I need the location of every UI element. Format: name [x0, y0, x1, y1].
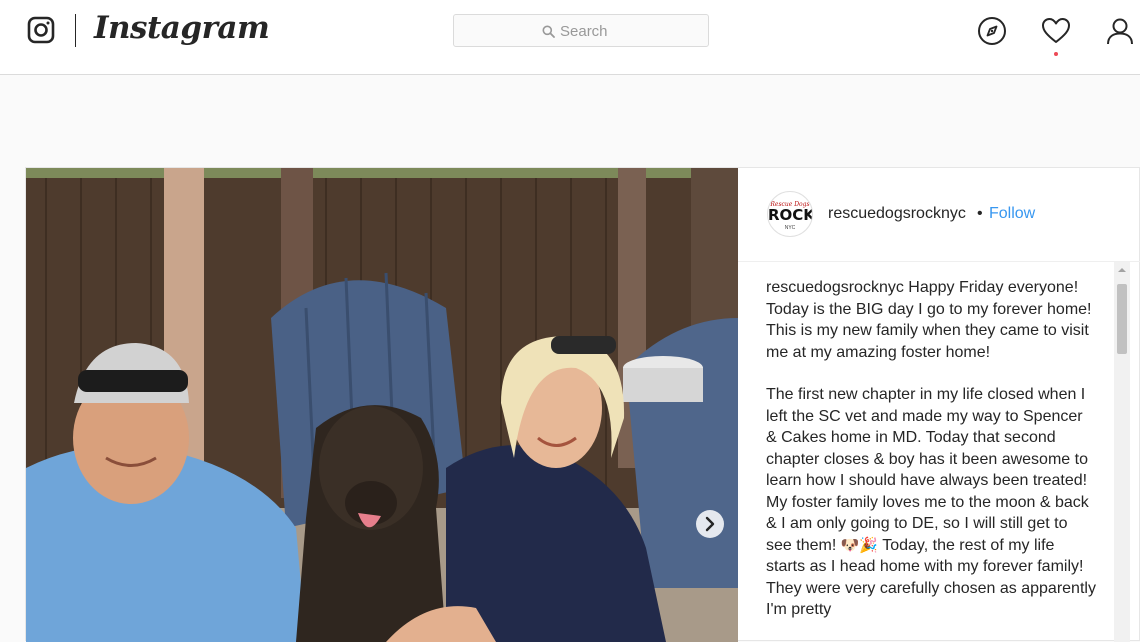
top-navigation-bar: Instagram — [0, 0, 1140, 75]
follow-button[interactable]: Follow — [989, 205, 1035, 223]
post-username-link[interactable]: rescuedogsrocknyc — [828, 205, 966, 223]
caption-username-link[interactable]: rescuedogsrocknyc — [766, 279, 904, 296]
instagram-wordmark[interactable]: Instagram — [94, 10, 270, 46]
avatar[interactable]: Rescue Dogs ROCK NYC — [767, 191, 813, 237]
caption-paragraph-2: The first new chapter in my life closed … — [766, 384, 1096, 621]
caption-text-2a: The first new chapter in my life closed … — [766, 386, 1089, 554]
heart-icon[interactable] — [1041, 16, 1071, 46]
caption-scroll-area[interactable]: rescuedogsrocknyc Happy Friday everyone!… — [738, 262, 1140, 642]
chevron-right-icon — [705, 516, 715, 532]
compass-icon[interactable] — [977, 16, 1007, 46]
search-icon — [542, 25, 555, 38]
avatar-logo-main-text: ROCK — [768, 206, 813, 224]
avatar-logo-bottom-text: NYC — [784, 225, 796, 231]
search-box[interactable] — [453, 14, 709, 47]
post-photo[interactable] — [26, 168, 738, 642]
caption-paragraph-1: rescuedogsrocknyc Happy Friday everyone!… — [766, 277, 1096, 363]
post-side-panel: Rescue Dogs ROCK NYC rescuedogsrocknyc •… — [738, 168, 1140, 642]
post-caption: rescuedogsrocknyc Happy Friday everyone!… — [766, 277, 1096, 642]
profile-icon[interactable] — [1105, 16, 1135, 46]
post-card: Rescue Dogs ROCK NYC rescuedogsrocknyc •… — [25, 167, 1140, 642]
post-photo-illustration — [26, 168, 738, 642]
caption-scrollbar[interactable] — [1114, 262, 1130, 642]
scroll-up-arrow-icon[interactable] — [1114, 262, 1130, 278]
logo-divider — [75, 14, 76, 47]
notification-dot — [1054, 52, 1058, 56]
search-input[interactable] — [560, 22, 700, 40]
instagram-logo-icon[interactable] — [27, 16, 55, 44]
scrollbar-thumb[interactable] — [1117, 284, 1127, 354]
post-header: Rescue Dogs ROCK NYC rescuedogsrocknyc •… — [738, 168, 1140, 262]
separator-dot: • — [977, 205, 983, 222]
caption-emojis: 🐶🎉 — [840, 535, 879, 554]
next-photo-button[interactable] — [696, 510, 724, 538]
